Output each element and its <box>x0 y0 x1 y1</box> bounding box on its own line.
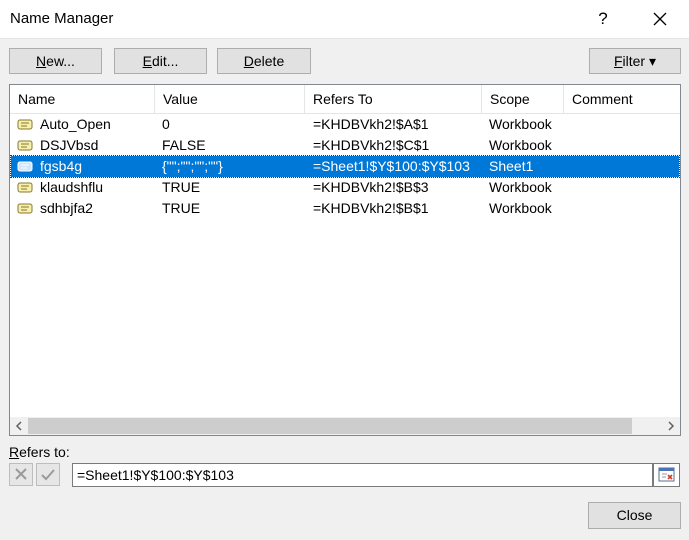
close-button[interactable]: Close <box>588 502 681 529</box>
cell-value: TRUE <box>162 179 201 195</box>
defined-name-icon <box>17 140 33 151</box>
refers-to-label: Refers to: <box>9 444 70 460</box>
dialog-title: Name Manager <box>10 10 114 27</box>
column-header-comment[interactable]: Comment <box>564 85 680 113</box>
table-row[interactable]: sdhbjfa2 TRUE =KHDBVkh2!$B$1 Workbook <box>11 198 679 219</box>
cell-scope: Workbook <box>489 116 552 132</box>
delete-button[interactable]: Delete <box>217 48 311 74</box>
help-button[interactable]: ? <box>588 6 618 32</box>
table-row[interactable]: klaudshflu TRUE =KHDBVkh2!$B$3 Workbook <box>11 177 679 198</box>
table-row[interactable]: DSJVbsd FALSE =KHDBVkh2!$C$1 Workbook <box>11 135 679 156</box>
new-button[interactable]: New... <box>9 48 102 74</box>
table-row[interactable]: fgsb4g {"";"";"";""} =Sheet1!$Y$100:$Y$103… <box>10 155 680 178</box>
cell-name: sdhbjfa2 <box>40 200 93 216</box>
list-header: Name Value Refers To Scope Comment <box>10 85 680 114</box>
refers-to-input[interactable]: =Sheet1!$Y$100:$Y$103 <box>72 463 653 487</box>
scroll-right-icon[interactable] <box>662 417 680 435</box>
confirm-edit-button[interactable] <box>36 463 60 486</box>
names-list[interactable]: Name Value Refers To Scope Comment Auto_… <box>9 84 681 436</box>
collapse-dialog-button[interactable] <box>653 463 680 487</box>
checkmark-icon <box>41 469 55 481</box>
cancel-icon <box>15 468 27 480</box>
column-header-value[interactable]: Value <box>155 85 305 113</box>
column-header-refers-to[interactable]: Refers To <box>305 85 482 113</box>
column-header-scope[interactable]: Scope <box>482 85 564 113</box>
cell-value: FALSE <box>162 137 206 153</box>
defined-name-icon <box>17 161 33 172</box>
defined-name-icon <box>17 182 33 193</box>
title-bar: Name Manager ? <box>0 0 689 39</box>
close-icon[interactable] <box>645 6 675 32</box>
cell-name: DSJVbsd <box>40 137 99 153</box>
collapse-dialog-icon <box>658 467 675 482</box>
defined-name-icon <box>17 119 33 130</box>
cell-name: fgsb4g <box>40 158 83 174</box>
scroll-left-icon[interactable] <box>10 417 28 435</box>
cancel-edit-button[interactable] <box>9 463 33 486</box>
column-header-name[interactable]: Name <box>10 85 155 113</box>
cell-value: {"";"";"";""} <box>162 158 223 174</box>
dropdown-arrow-icon: ▾ <box>648 53 657 69</box>
scrollbar-thumb[interactable] <box>28 418 632 434</box>
edit-button[interactable]: Edit... <box>114 48 207 74</box>
cell-value: 0 <box>162 116 170 132</box>
table-row[interactable]: Auto_Open 0 =KHDBVkh2!$A$1 Workbook <box>11 114 679 135</box>
cell-refers: =KHDBVkh2!$C$1 <box>313 137 430 153</box>
cell-refers: =Sheet1!$Y$100:$Y$103 <box>313 158 470 174</box>
horizontal-scrollbar[interactable] <box>10 417 680 435</box>
cell-name: klaudshflu <box>40 179 104 195</box>
defined-name-icon <box>17 203 33 214</box>
filter-button[interactable]: Filter ▾ <box>589 48 681 74</box>
cell-scope: Workbook <box>489 179 552 195</box>
cell-refers: =KHDBVkh2!$B$3 <box>313 179 429 195</box>
cell-refers: =KHDBVkh2!$A$1 <box>313 116 429 132</box>
cell-scope: Workbook <box>489 137 552 153</box>
cell-value: TRUE <box>162 200 201 216</box>
cell-refers: =KHDBVkh2!$B$1 <box>313 200 429 216</box>
cell-scope: Workbook <box>489 200 552 216</box>
cell-scope: Sheet1 <box>489 158 534 174</box>
cell-name: Auto_Open <box>40 116 111 132</box>
